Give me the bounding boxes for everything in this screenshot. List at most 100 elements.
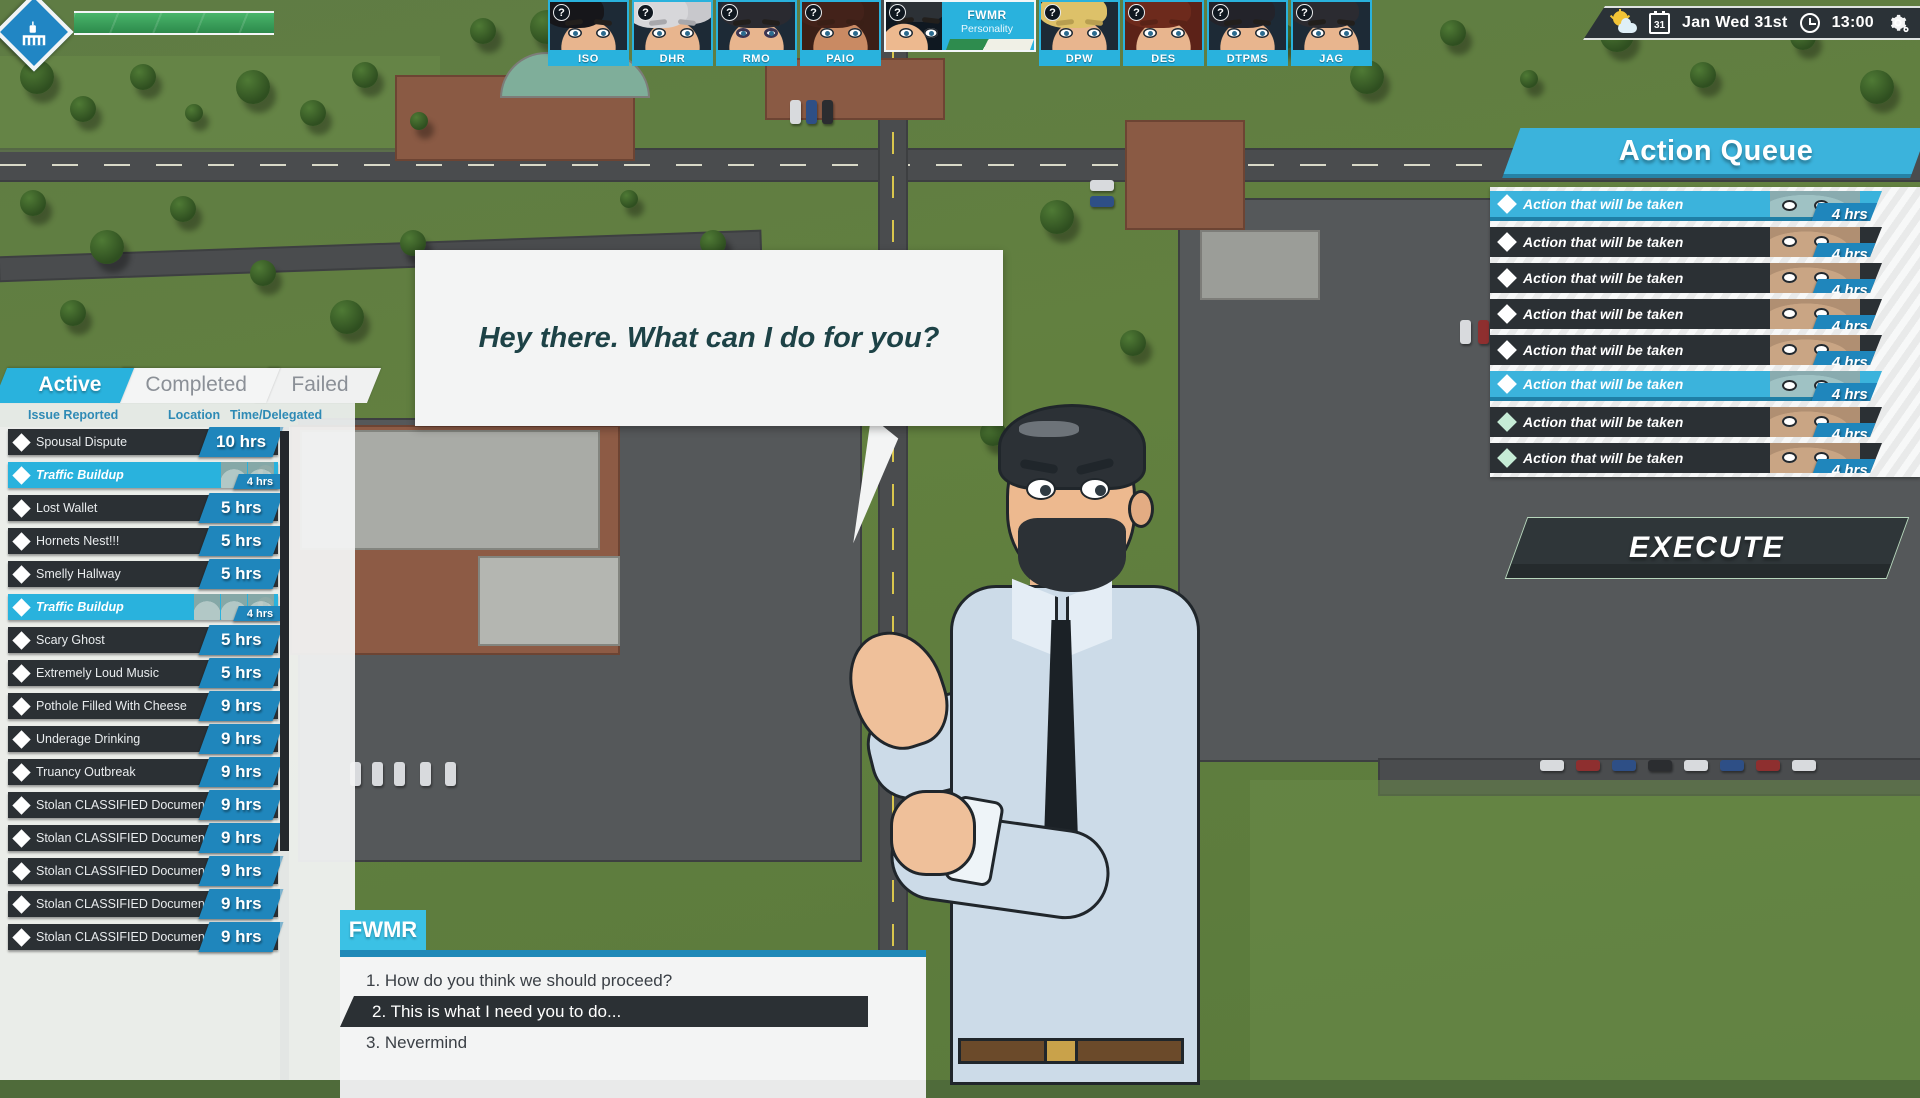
issue-time-badge: 9 hrs (199, 889, 284, 919)
character-belt-buckle (1044, 1038, 1078, 1064)
city-hall-icon (14, 14, 54, 54)
gear-icon[interactable] (1886, 11, 1910, 35)
issue-row[interactable]: Extremely Loud Music 5 hrs (8, 660, 278, 686)
issue-time-badge: 5 hrs (199, 658, 284, 688)
issue-row[interactable]: Stolan CLASSIFIED Documents 9 hrs (8, 891, 278, 917)
question-icon[interactable]: ? (1128, 4, 1145, 21)
portrait-cell-fwmr-selected[interactable]: ? FWMR Personality (884, 0, 1039, 52)
grass (1250, 780, 1920, 1080)
column-location: Location (168, 408, 230, 422)
action-queue-row[interactable]: Action that will be taken 4 hrs (1490, 335, 1882, 365)
issue-row[interactable]: Traffic Buildup 4 hrs (8, 594, 278, 620)
action-time-badge: 4 hrs (1810, 423, 1890, 445)
department-portrait-bar[interactable]: ? ISO ? DHR ? RMO ? PAIO (548, 0, 1375, 58)
priority-diamond-icon (12, 532, 30, 550)
issue-panel[interactable]: Active Completed Failed Issue Reported L… (0, 368, 355, 1080)
portrait-avatar: ? (548, 0, 629, 52)
portrait-cell-iso[interactable]: ? ISO (548, 0, 632, 66)
action-queue-title-label: Action Queue (1619, 135, 1814, 168)
dialogue-option-2[interactable]: 2. This is what I need you to do... (340, 996, 868, 1027)
action-queue-row[interactable]: Action that will be taken 4 hrs (1490, 443, 1882, 473)
question-icon[interactable]: ? (889, 4, 906, 21)
time-label: 13:00 (1832, 14, 1874, 32)
execute-button[interactable]: EXECUTE (1505, 517, 1910, 579)
portrait-label: DTPMS (1207, 52, 1288, 66)
flag-icon (946, 39, 1034, 50)
action-diamond-icon (1497, 412, 1517, 432)
character-eye-left (1026, 478, 1056, 500)
tab-failed-label: Failed (291, 368, 348, 401)
action-queue-row[interactable]: Action that will be taken 4 hrs (1490, 407, 1882, 437)
dialogue-panel[interactable]: FWMR 1. How do you think we should proce… (340, 910, 926, 1080)
question-icon[interactable]: ? (805, 4, 822, 21)
issue-row[interactable]: Scary Ghost 5 hrs (8, 627, 278, 653)
issue-row[interactable]: Underage Drinking 9 hrs (8, 726, 278, 752)
issue-row[interactable]: Pothole Filled With Cheese 9 hrs (8, 693, 278, 719)
action-time-badge: 4 hrs (1810, 203, 1890, 225)
question-icon[interactable]: ? (553, 4, 570, 21)
question-icon[interactable]: ? (637, 4, 654, 21)
dialogue-divider (340, 950, 926, 957)
action-queue-row[interactable]: Action that will be taken 4 hrs (1490, 191, 1882, 221)
portrait-cell-dhr[interactable]: ? DHR (632, 0, 716, 66)
portrait-cell-rmo[interactable]: ? RMO (716, 0, 800, 66)
portrait-avatar: ? (1291, 0, 1372, 52)
action-diamond-icon (1497, 304, 1517, 324)
portrait-cell-jag[interactable]: ? JAG (1291, 0, 1375, 66)
priority-diamond-icon (12, 565, 30, 583)
issue-row[interactable]: Spousal Dispute 10 hrs (8, 429, 278, 455)
issue-row[interactable]: Traffic Buildup 4 hrs (8, 462, 278, 488)
portrait-cell-des[interactable]: ? DES (1123, 0, 1207, 66)
speech-bubble: Hey there. What can I do for you? (415, 250, 1003, 426)
question-icon[interactable]: ? (1212, 4, 1229, 21)
portrait-cell-paio[interactable]: ? PAIO (800, 0, 884, 66)
action-diamond-icon (1497, 374, 1517, 394)
action-queue-row[interactable]: Action that will be taken 4 hrs (1490, 263, 1882, 293)
character-ear (1128, 490, 1154, 528)
issue-tabs[interactable]: Active Completed Failed (0, 368, 355, 403)
tab-completed[interactable]: Completed (108, 368, 280, 403)
issue-row[interactable]: Stolan CLASSIFIED Documents 9 hrs (8, 792, 278, 818)
portrait-avatar: ? (1123, 0, 1204, 52)
issue-time-badge: 9 hrs (199, 757, 284, 787)
portrait-cell-dpw[interactable]: ? DPW (1039, 0, 1123, 66)
issue-list-scrollbar[interactable] (280, 427, 289, 1080)
portrait-avatar: ? (800, 0, 881, 52)
question-icon[interactable]: ? (1296, 4, 1313, 21)
dialogue-option-3[interactable]: 3. Nevermind (340, 1027, 926, 1058)
question-icon[interactable]: ? (721, 4, 738, 21)
action-queue-list[interactable]: Action that will be taken 4 hrs Action t… (1490, 187, 1920, 477)
portrait-cell-dtpms[interactable]: ? DTPMS (1207, 0, 1291, 66)
dialogue-options[interactable]: 1. How do you think we should proceed? 2… (340, 957, 926, 1080)
issue-list[interactable]: Spousal Dispute 10 hrs Traffic Buildup 4… (0, 427, 355, 1080)
priority-diamond-icon (12, 862, 30, 880)
action-queue-row[interactable]: Action that will be taken 4 hrs (1490, 299, 1882, 329)
action-queue-panel[interactable]: Action Queue Action that will be taken 4… (1490, 128, 1920, 579)
issue-time-badge: 9 hrs (199, 922, 284, 952)
priority-diamond-icon (12, 796, 30, 814)
priority-diamond-icon (12, 499, 30, 517)
issue-time-badge: 4 hrs (233, 606, 286, 621)
question-icon[interactable]: ? (1044, 4, 1061, 21)
issue-time-badge: 5 hrs (199, 625, 284, 655)
portrait-avatar: ? (716, 0, 797, 52)
issue-row[interactable]: Truancy Outbreak 9 hrs (8, 759, 278, 785)
dialogue-option-1[interactable]: 1. How do you think we should proceed? (340, 965, 926, 996)
priority-diamond-icon (12, 895, 30, 913)
action-queue-row[interactable]: Action that will be taken 4 hrs (1490, 371, 1882, 401)
action-diamond-icon (1497, 268, 1517, 288)
portrait-label: DES (1123, 52, 1204, 66)
tab-active[interactable]: Active (0, 368, 134, 403)
issue-row[interactable]: Stolan CLASSIFIED Documents 9 hrs (8, 858, 278, 884)
issue-time-badge: 9 hrs (199, 856, 284, 886)
action-time-badge: 4 hrs (1810, 459, 1890, 481)
weather-icon (1613, 13, 1637, 33)
issue-row[interactable]: Smelly Hallway 5 hrs (8, 561, 278, 587)
date-label: Jan Wed 31st (1682, 14, 1788, 32)
action-queue-row[interactable]: Action that will be taken 4 hrs (1490, 227, 1882, 257)
issue-row[interactable]: Lost Wallet 5 hrs (8, 495, 278, 521)
issue-row[interactable]: Stolan CLASSIFIED Documents 9 hrs (8, 825, 278, 851)
issue-list-scroll-thumb[interactable] (280, 431, 289, 851)
issue-row[interactable]: Hornets Nest!!! 5 hrs (8, 528, 278, 554)
issue-row[interactable]: Stolan CLASSIFIED Documents 9 hrs (8, 924, 278, 950)
